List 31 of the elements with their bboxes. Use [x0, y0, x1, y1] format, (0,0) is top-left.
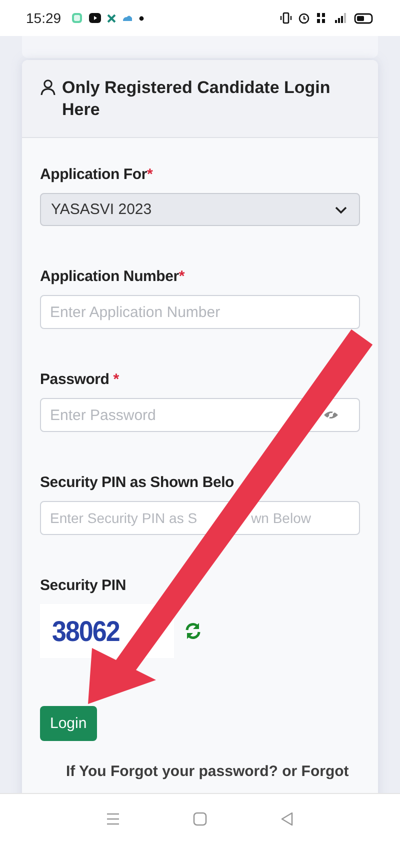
- field-label: Password *: [40, 371, 120, 388]
- play-icon: [89, 13, 102, 23]
- field-label: Application Number*: [40, 268, 186, 285]
- status-time: 15:29: [26, 10, 62, 26]
- password-input[interactable]: Enter Password: [50, 406, 170, 424]
- forgot-text: If You Forgot your password? or Forgot: [65, 763, 349, 780]
- select-field[interactable]: YASASVI 2023: [40, 193, 360, 226]
- field-label: Application For*: [40, 166, 154, 183]
- card-title: Only Registered Candidate Login Here: [62, 77, 332, 121]
- field-label: Security PIN: [40, 577, 127, 594]
- signal-icon: [332, 12, 348, 24]
- field-label: Security PIN as Shown Belo: [40, 474, 236, 491]
- login-button[interactable]: Login: [40, 706, 97, 741]
- back-icon[interactable]: [280, 812, 294, 826]
- app-notification-icon: [71, 12, 84, 24]
- home-icon[interactable]: [192, 812, 207, 826]
- refresh-icon[interactable]: [184, 622, 202, 640]
- vibrate-icon: [280, 12, 292, 24]
- app-notification-icon: [107, 14, 116, 22]
- input-field[interactable]: Enter Application Number: [40, 295, 360, 329]
- eye-slash-icon[interactable]: [323, 409, 339, 421]
- user-icon: [40, 79, 56, 96]
- placeholder-text: wn Below: [251, 510, 311, 526]
- alarm-icon: [298, 12, 310, 24]
- cloud-icon: [122, 14, 134, 22]
- menu-icon[interactable]: [106, 813, 120, 825]
- chevron-down-icon: [335, 206, 347, 214]
- password-field[interactable]: Enter Password: [40, 398, 360, 432]
- placeholder-text: Enter Security PIN as S: [50, 510, 198, 526]
- dot-icon: [139, 16, 144, 20]
- battery-icon: [354, 12, 374, 24]
